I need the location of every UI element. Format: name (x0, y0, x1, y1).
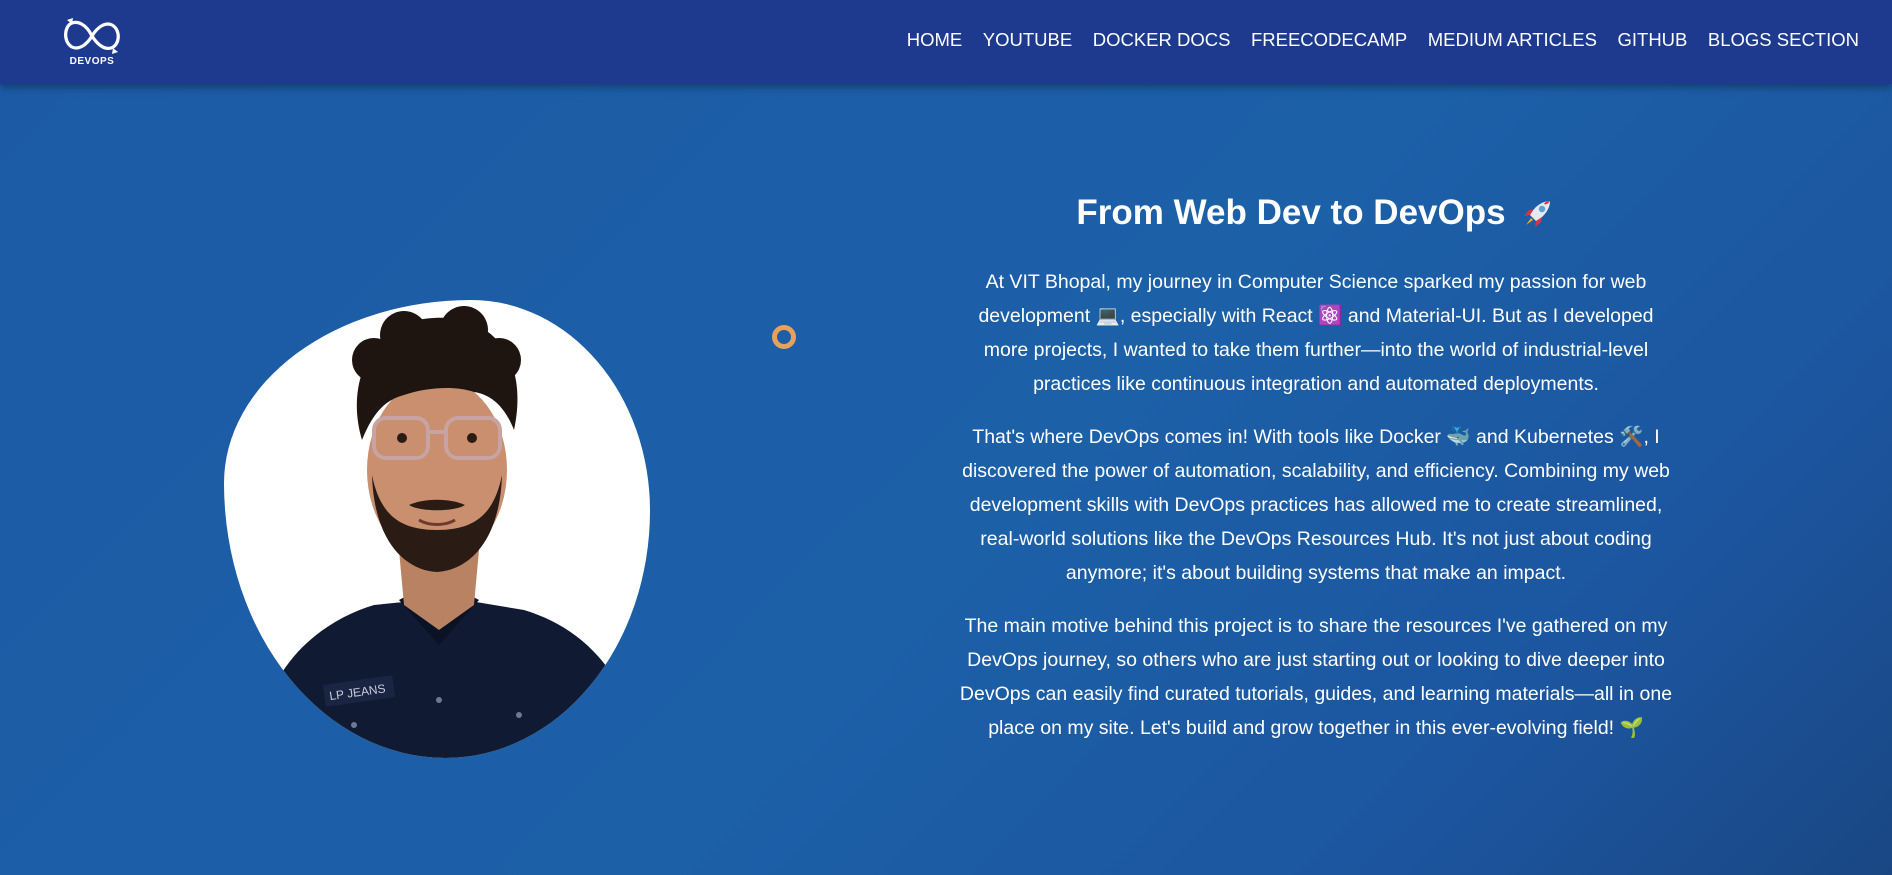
paragraph-intro-text-b: , especially with React (1119, 305, 1319, 327)
rocket-icon (1520, 195, 1556, 231)
nav-medium-articles-link[interactable]: MEDIUM ARTICLES (1428, 29, 1597, 51)
nav-youtube-link[interactable]: YOUTUBE (983, 29, 1072, 51)
navbar: DEVOPS HOME YOUTUBE DOCKER DOCS FREECODE… (0, 0, 1892, 84)
nav-docker-docs-link[interactable]: DOCKER DOCS (1093, 29, 1231, 51)
laptop-icon: 💻 (1095, 305, 1120, 327)
nav-freecodecamp-link[interactable]: FREECODECAMP (1251, 29, 1407, 51)
person-portrait-image: LP JEANS (224, 306, 650, 758)
page-title: From Web Dev to DevOps (1076, 193, 1506, 232)
paragraph-devops-text-b: and Kubernetes (1470, 426, 1620, 448)
infinity-loop-logo-icon (64, 18, 120, 54)
paragraph-intro: At VIT Bhopal, my journey in Computer Sc… (957, 265, 1675, 401)
atom-icon: ⚛️ (1318, 305, 1343, 327)
logo-text: DEVOPS (69, 56, 115, 67)
paragraph-devops-text-a: That's where DevOps comes in! With tools… (972, 426, 1447, 448)
seedling-icon: 🌱 (1619, 717, 1644, 739)
nav-blogs-section-link[interactable]: BLOGS SECTION (1708, 29, 1859, 51)
paragraph-motive-text-a: The main motive behind this project is t… (959, 615, 1673, 739)
paragraph-devops-text-c: , I discovered the power of automation, … (962, 426, 1670, 584)
decorative-ring (772, 325, 796, 349)
whale-icon: 🐳 (1446, 426, 1471, 448)
about-section: From Web Dev to DevOps At VIT Bhopal, my… (957, 188, 1675, 745)
paragraph-motive: The main motive behind this project is t… (957, 609, 1675, 745)
brand-logo[interactable]: DEVOPS (58, 12, 126, 72)
paragraph-devops: That's where DevOps comes in! With tools… (957, 420, 1675, 590)
main-nav: HOME YOUTUBE DOCKER DOCS FREECODECAMP ME… (907, 0, 1859, 80)
nav-github-link[interactable]: GITHUB (1617, 29, 1687, 51)
tools-icon: 🛠️ (1619, 426, 1644, 448)
title-row: From Web Dev to DevOps (957, 188, 1675, 238)
nav-home-link[interactable]: HOME (907, 29, 963, 51)
profile-photo: LP JEANS (224, 300, 650, 758)
